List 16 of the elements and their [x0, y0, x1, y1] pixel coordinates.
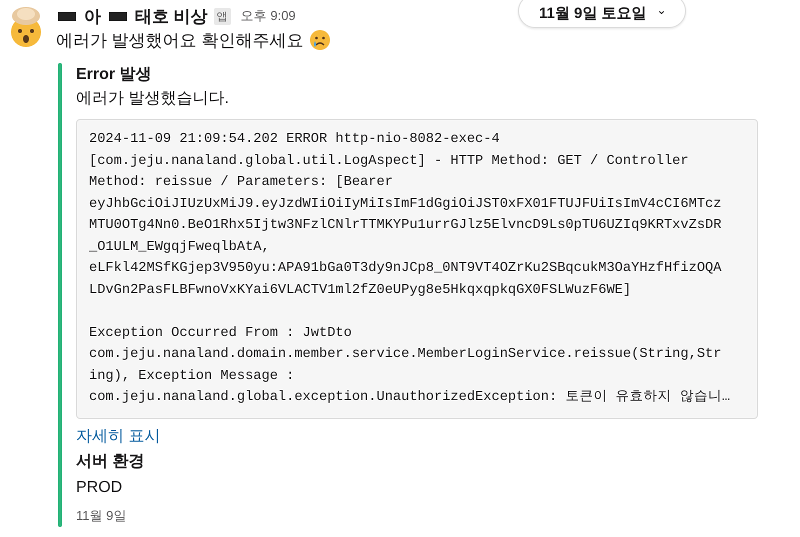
sender-name[interactable]: 아	[84, 4, 101, 28]
show-more-link[interactable]: 자세히 표시	[76, 424, 160, 448]
code-block: 2024-11-09 21:09:54.202 ERROR http-nio-8082-exec-4 [com.jeju.nanaland.global.util.LogAspect] - HTTP Method: GET / Controller Method: reissue / Parameters: [Bearer eyJhbGciOiJIUzUxMiJ9.eyJzdWIiOiIyMiIsImF1dGgiOiJST0xFX01FTUJFUiIsImV4cCI6MTcz MTU0OTg4Nn0.BeO1Rhx5Ijtw3NFzlCNlrTTMKYPu1urrGJlz5ElvncD9Ls0pTU6UZIq9KRTxvZsDR _O1ULM_EWgqjFweqlbAtA, eLFkl42MSfKGjep3V950yu:APA91bGa0T3dy9nJCp8_0NT9VT4OZrKu2SBqcukM3OaYHzfHfizOQA LDvGn2PasFLBFwnoVxKYai6VLACTV1ml2fZ0eUPyg8e5HkqxqpkqGX0FSLWuzF6WE] Exception Occurred From : JwtDto com.jeju.nanaland.domain.member.service.MemberLoginService.reissue(String,Str ing), Exception Message : com.jeju.nanaland.global.exception.UnauthorizedException: 토큰이 유효하지 않습니…	[76, 119, 758, 418]
field-value: PROD	[76, 478, 124, 498]
attachment-footer: 11월 9일	[76, 504, 758, 526]
date-divider-button[interactable]: 11월 9일 토요일 ⌄	[518, 0, 686, 28]
timestamp[interactable]: 오후 9:09	[240, 7, 296, 25]
attachment-title: Error 발생	[76, 65, 153, 85]
app-badge: 앱	[214, 8, 231, 24]
message-text: 에러가 발생했어요 확인해주세요	[56, 30, 304, 52]
field-title: 서버 환경	[76, 452, 146, 472]
redaction-mark	[107, 9, 129, 23]
attachment-text: 에러가 발생했습니다.	[76, 89, 230, 109]
sender-name[interactable]: 태호 비상	[135, 4, 208, 28]
crying-face-icon	[309, 29, 332, 51]
redaction-mark	[56, 9, 78, 23]
